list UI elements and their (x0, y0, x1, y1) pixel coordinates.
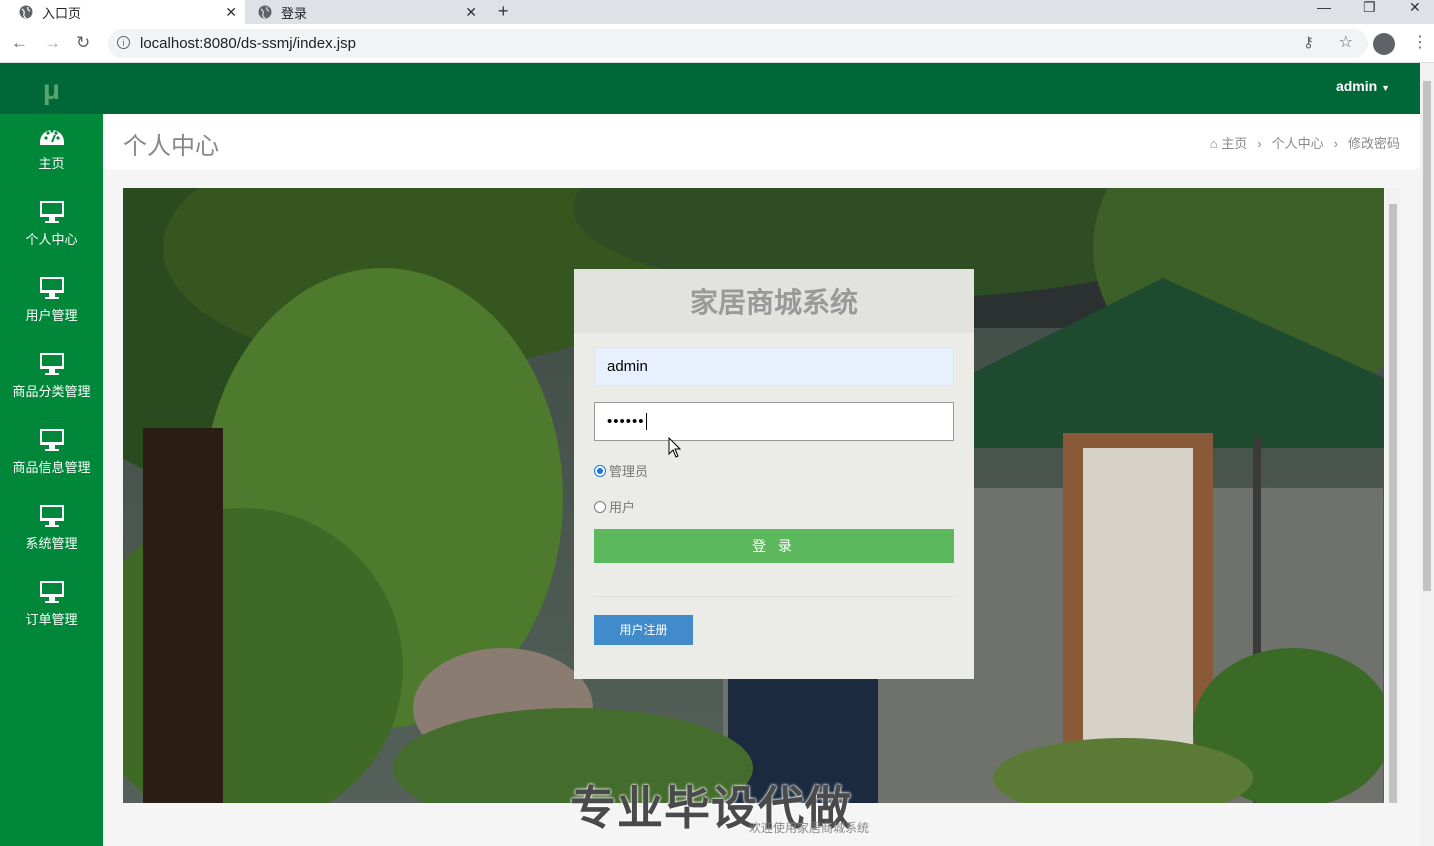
sidebar: μ 主页 个人中心 用户管理 商品分类管理 商品信息管理 系统管理 订单管理 (0, 63, 103, 846)
profile-avatar-icon[interactable] (1373, 33, 1395, 55)
register-button[interactable]: 用户注册 (594, 615, 693, 645)
page-title: 个人中心 (123, 133, 219, 160)
restore-icon[interactable]: ❐ (1363, 0, 1376, 14)
sidebar-item-label: 订单管理 (25, 612, 78, 627)
mouse-cursor-icon (668, 437, 682, 458)
sidebar-item-category[interactable]: 商品分类管理 (0, 342, 103, 418)
globe-icon (258, 5, 272, 19)
globe-icon (19, 5, 33, 19)
forward-arrow-icon[interactable]: → (44, 34, 61, 52)
close-tab-icon[interactable]: ✕ (225, 4, 237, 21)
scrollbar-thumb[interactable] (1423, 81, 1431, 591)
sidebar-item-products[interactable]: 商品信息管理 (0, 418, 103, 494)
bookmark-star-icon[interactable]: ☆ (1339, 32, 1353, 52)
info-icon[interactable]: i (117, 36, 130, 49)
tab-title: 登录 (281, 5, 308, 21)
login-panel: 家居商城系统 •••••• 管理员 用户 登 录 用户注册 (574, 269, 974, 679)
sidebar-item-home[interactable]: 主页 (0, 114, 103, 190)
key-icon[interactable]: ⚷ (1303, 33, 1314, 51)
caret-down-icon: ▼ (1381, 83, 1390, 93)
app: μ 主页 个人中心 用户管理 商品分类管理 商品信息管理 系统管理 订单管理 a… (0, 63, 1434, 846)
sidebar-item-label: 商品信息管理 (12, 460, 91, 475)
tab-title: 入口页 (42, 5, 82, 21)
browser-menu-icon[interactable]: ⋮ (1412, 33, 1428, 53)
close-tab-icon[interactable]: ✕ (465, 4, 477, 21)
breadcrumb-profile[interactable]: 个人中心 (1272, 136, 1324, 151)
sidebar-item-system[interactable]: 系统管理 (0, 494, 103, 570)
login-title: 家居商城系统 (574, 269, 974, 333)
username-input[interactable] (594, 347, 954, 386)
password-input[interactable]: •••••• (594, 402, 954, 441)
role-user-radio[interactable]: 用户 (594, 497, 635, 516)
inner-scrollbar[interactable] (1386, 188, 1400, 803)
chevron-right-icon: › (1333, 136, 1338, 151)
radio-checked-icon (594, 464, 606, 477)
footer-text: 欢迎使用家居商城系统 (749, 821, 870, 835)
radio-unchecked-icon (594, 500, 606, 513)
role-admin-label: 管理员 (609, 464, 649, 479)
breadcrumb: ⌂ 主页 › 个人中心 › 修改密码 (1210, 133, 1400, 152)
sidebar-item-label: 个人中心 (25, 232, 78, 247)
sidebar-item-profile[interactable]: 个人中心 (0, 190, 103, 266)
scrollbar-thumb[interactable] (1389, 204, 1397, 803)
back-arrow-icon[interactable]: ← (11, 34, 28, 52)
username: admin (1335, 78, 1378, 94)
home-icon: ⌂ (1209, 136, 1218, 151)
browser-tab-bar: 入口页 ✕ 登录 ✕ + — ❐ ✕ (0, 0, 1434, 24)
logo: μ (0, 63, 103, 114)
sidebar-item-label: 主页 (38, 156, 65, 171)
dashboard-icon (39, 129, 64, 145)
reload-icon[interactable]: ↻ (76, 34, 90, 52)
monitor-icon (39, 353, 64, 375)
divider (594, 596, 954, 597)
login-button[interactable]: 登 录 (594, 529, 954, 563)
browser-tab-inactive[interactable]: 登录 ✕ (247, 0, 485, 24)
minimize-icon[interactable]: — (1317, 0, 1331, 14)
breadcrumb-home[interactable]: 主页 (1221, 136, 1247, 151)
sidebar-item-label: 系统管理 (25, 536, 78, 551)
monitor-icon (39, 429, 64, 451)
address-bar: ← → ↻ i localhost:8080/ds-ssmj/index.jsp… (0, 24, 1434, 63)
sidebar-item-label: 用户管理 (25, 308, 78, 323)
window-close-icon[interactable]: ✕ (1409, 0, 1421, 14)
url-text: localhost:8080/ds-ssmj/index.jsp (140, 35, 356, 52)
sidebar-item-label: 商品分类管理 (12, 384, 91, 399)
page-scrollbar[interactable] (1420, 63, 1434, 846)
monitor-icon (39, 277, 64, 299)
url-input[interactable]: i localhost:8080/ds-ssmj/index.jsp ⚷ ☆ (108, 29, 1368, 58)
password-mask: •••••• (607, 413, 645, 430)
content-area: 家居商城系统 •••••• 管理员 用户 登 录 用户注册 (103, 169, 1420, 846)
sidebar-item-users[interactable]: 用户管理 (0, 266, 103, 342)
browser-tab-active[interactable]: 入口页 ✕ (0, 0, 245, 24)
new-tab-icon[interactable]: + (498, 0, 509, 22)
role-user-label: 用户 (609, 500, 636, 515)
page-header: 个人中心 ⌂ 主页 › 个人中心 › 修改密码 (103, 114, 1420, 170)
login-background-image: 家居商城系统 •••••• 管理员 用户 登 录 用户注册 (123, 188, 1384, 803)
monitor-icon (39, 505, 64, 527)
monitor-icon (39, 581, 64, 603)
breadcrumb-current: 修改密码 (1347, 136, 1400, 151)
role-admin-radio[interactable]: 管理员 (594, 461, 648, 480)
sidebar-item-orders[interactable]: 订单管理 (0, 570, 103, 646)
chevron-right-icon: › (1257, 136, 1262, 151)
user-menu[interactable]: admin ▼ (1336, 78, 1390, 94)
top-navbar: admin ▼ (103, 63, 1420, 114)
monitor-icon (39, 201, 64, 223)
